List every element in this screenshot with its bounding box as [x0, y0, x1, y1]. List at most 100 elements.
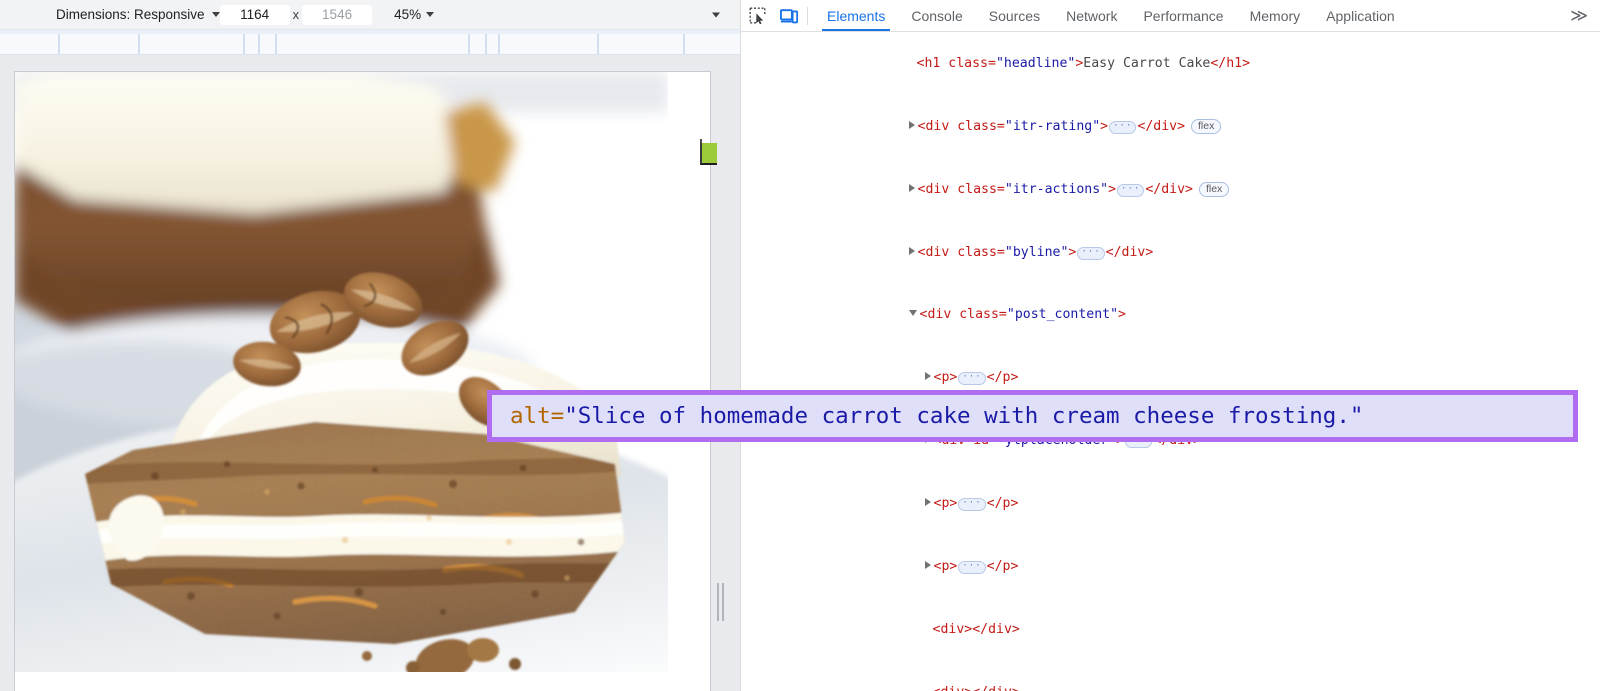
tag-close: </p> [986, 495, 1019, 511]
tabs-overflow-icon[interactable]: ≫ [1562, 0, 1596, 31]
device-toolbar-more-icon[interactable] [712, 12, 720, 17]
dom-node-itr-rating[interactable]: <div class="itr-rating"> ··· </div> flex [741, 96, 1600, 159]
collapsed-children-icon[interactable]: ··· [958, 497, 986, 511]
media-query-ruler[interactable] [0, 30, 740, 55]
tag-gt: > [1118, 307, 1126, 323]
viewport-scroll-marker[interactable] [700, 143, 717, 165]
tag-close: </div> [1137, 118, 1186, 134]
inspect-element-icon[interactable] [741, 0, 773, 31]
tab-console[interactable]: Console [898, 0, 975, 31]
viewport-width-input[interactable] [219, 4, 290, 25]
callout-attr-name: alt= [510, 403, 565, 429]
resize-grip-bar [722, 583, 724, 621]
attr-value: "byline" [1004, 244, 1069, 260]
viewport-resize-handle[interactable] [717, 583, 727, 621]
collapsed-children-icon[interactable]: ··· [958, 372, 986, 386]
expand-triangle-icon[interactable] [924, 560, 931, 569]
dom-node-itr-actions[interactable]: <div class="itr-actions"> ··· </div> flex [741, 159, 1600, 222]
tag-close: </h1> [1210, 55, 1251, 71]
tag-open: <div class= [917, 244, 1005, 260]
tag-close: </div> [1145, 181, 1193, 197]
flex-badge[interactable]: flex [1198, 181, 1230, 197]
chevron-down-icon [426, 12, 435, 17]
tab-label: Console [911, 7, 963, 24]
tag-open: <div class= [919, 307, 1007, 323]
viewport-height-input[interactable] [302, 4, 373, 25]
ruler-tick [485, 34, 487, 54]
ruler-tick [258, 34, 260, 54]
callout-attr-value: "Slice of homemade carrot cake with crea… [564, 403, 1364, 429]
dom-node-empty-div[interactable]: <div></div> [741, 662, 1600, 691]
node-text: Easy Carrot Cake [1083, 55, 1211, 71]
device-toolbar: Dimensions: Responsive x 45% [0, 0, 740, 30]
devtools-tabbar: Elements Console Sources Network Perform… [741, 0, 1600, 32]
tag-pair: <div></div> [933, 685, 1020, 691]
tag-close: </p> [986, 558, 1019, 574]
tab-sources[interactable]: Sources [976, 0, 1053, 31]
tag-open: <div class= [917, 118, 1005, 134]
dom-node-p[interactable]: <p> ··· </p> [741, 536, 1600, 599]
collapsed-children-icon[interactable]: ··· [1109, 120, 1137, 134]
dom-node-p[interactable]: <p> ··· </p> [741, 473, 1600, 536]
devtools-panel: Elements Console Sources Network Perform… [740, 0, 1600, 691]
tab-application[interactable]: Application [1313, 0, 1408, 31]
dom-node-byline[interactable]: <div class="byline"> ··· </div> [741, 222, 1600, 285]
ruler-tick [275, 34, 277, 54]
device-emulation-pane: Dimensions: Responsive x 45% [0, 0, 740, 691]
ruler-tick [683, 34, 685, 54]
zoom-dropdown[interactable]: 45% [394, 7, 435, 22]
tab-elements[interactable]: Elements [814, 0, 898, 31]
expand-triangle-icon[interactable] [908, 120, 915, 129]
alt-attribute-callout: alt= "Slice of homemade carrot cake with … [487, 390, 1578, 442]
ruler-tick [58, 34, 60, 54]
tab-label: Elements [827, 7, 886, 24]
emulated-page-area [0, 55, 740, 691]
tag-gt: > [1068, 244, 1077, 260]
ruler-tick [243, 34, 245, 54]
dimensions-label: Dimensions: Responsive [56, 7, 205, 22]
ruler-tick [597, 34, 599, 54]
expand-triangle-icon[interactable] [924, 372, 931, 381]
device-toolbar-toggle-icon[interactable] [773, 0, 805, 31]
expand-triangle-icon[interactable] [924, 497, 931, 506]
attr-value: "post_content" [1006, 307, 1119, 323]
collapsed-children-icon[interactable]: ··· [1077, 246, 1105, 260]
tag-close: </p> [986, 370, 1019, 386]
dimension-separator: x [292, 7, 300, 22]
flex-badge[interactable]: flex [1191, 118, 1222, 134]
tab-label: Network [1066, 7, 1118, 24]
dom-node-empty-div[interactable]: <div></div> [741, 599, 1600, 662]
expand-triangle-icon[interactable] [908, 183, 915, 192]
tab-performance[interactable]: Performance [1130, 0, 1236, 31]
tab-network[interactable]: Network [1053, 0, 1130, 31]
collapsed-children-icon[interactable]: ··· [1117, 183, 1145, 197]
tab-label: Sources [988, 7, 1041, 24]
attr-value: "headline" [995, 55, 1076, 71]
attr-value: "itr-rating" [1004, 118, 1101, 134]
tag-open: <p> [933, 558, 958, 574]
tag-gt: > [1100, 118, 1109, 134]
page-canvas [14, 71, 711, 691]
tab-memory[interactable]: Memory [1237, 0, 1314, 31]
tag-open: <div class= [917, 181, 1005, 197]
overflow-glyph: ≫ [1570, 5, 1588, 25]
ruler-tick [138, 34, 140, 54]
dom-node-h1[interactable]: <h1 class="headline">Easy Carrot Cake</h… [741, 33, 1600, 96]
tag-gt: > [1108, 181, 1117, 197]
dom-node-post-content[interactable]: <div class="post_content"> [741, 284, 1600, 347]
tag-pair: <div></div> [932, 621, 1020, 637]
dom-tree[interactable]: <h1 class="headline" > Easy Carrot Cake</h… [741, 32, 1600, 691]
expand-triangle-icon[interactable] [908, 246, 915, 255]
collapsed-children-icon[interactable]: ··· [958, 560, 986, 574]
tag-open: <p> [933, 370, 958, 386]
carrot-cake-photo [15, 72, 668, 672]
dimensions-dropdown[interactable]: Dimensions: Responsive [56, 7, 220, 22]
collapse-triangle-icon[interactable] [908, 310, 917, 317]
attr-value: "itr-actions" [1004, 181, 1109, 197]
ruler-tick [498, 34, 500, 54]
resize-grip-bar [717, 583, 719, 621]
tab-label: Application [1326, 7, 1395, 24]
tab-label: Memory [1249, 7, 1301, 24]
devtools-screenshot: Dimensions: Responsive x 45% [0, 0, 1600, 691]
tag-open: <h1 class= [916, 55, 996, 71]
